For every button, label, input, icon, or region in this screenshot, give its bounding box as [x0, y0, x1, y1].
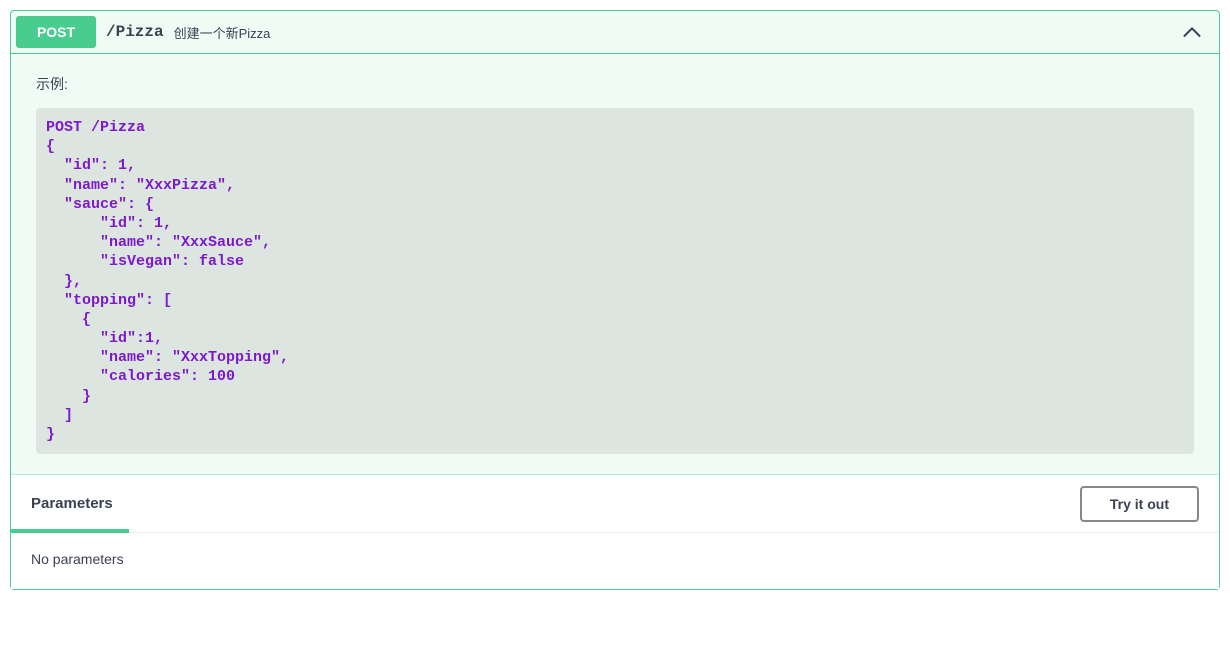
try-it-out-button[interactable]: Try it out [1080, 486, 1199, 522]
endpoint-path: /Pizza [106, 23, 164, 41]
example-label: 示例: [36, 74, 1194, 94]
tab-header: Parameters [31, 485, 113, 522]
endpoint-summary: 创建一个新Pizza [174, 23, 271, 42]
no-parameters-message: No parameters [11, 532, 1219, 589]
parameters-header: Parameters Try it out [11, 475, 1219, 532]
collapse-chevron-icon[interactable] [1182, 22, 1202, 42]
operation-body: 示例: POST /Pizza { "id": 1, "name": "XxxP… [11, 54, 1219, 589]
http-method-badge: POST [16, 16, 96, 48]
tab-underline [11, 529, 129, 533]
api-operation-block: POST /Pizza 创建一个新Pizza 示例: POST /Pizza {… [10, 10, 1220, 590]
operation-summary-row[interactable]: POST /Pizza 创建一个新Pizza [11, 11, 1219, 54]
tab-parameters[interactable]: Parameters [31, 485, 113, 522]
parameters-section: Parameters Try it out No parameters [11, 474, 1219, 589]
example-code-block: POST /Pizza { "id": 1, "name": "XxxPizza… [36, 108, 1194, 454]
description-wrapper: 示例: POST /Pizza { "id": 1, "name": "XxxP… [11, 54, 1219, 474]
